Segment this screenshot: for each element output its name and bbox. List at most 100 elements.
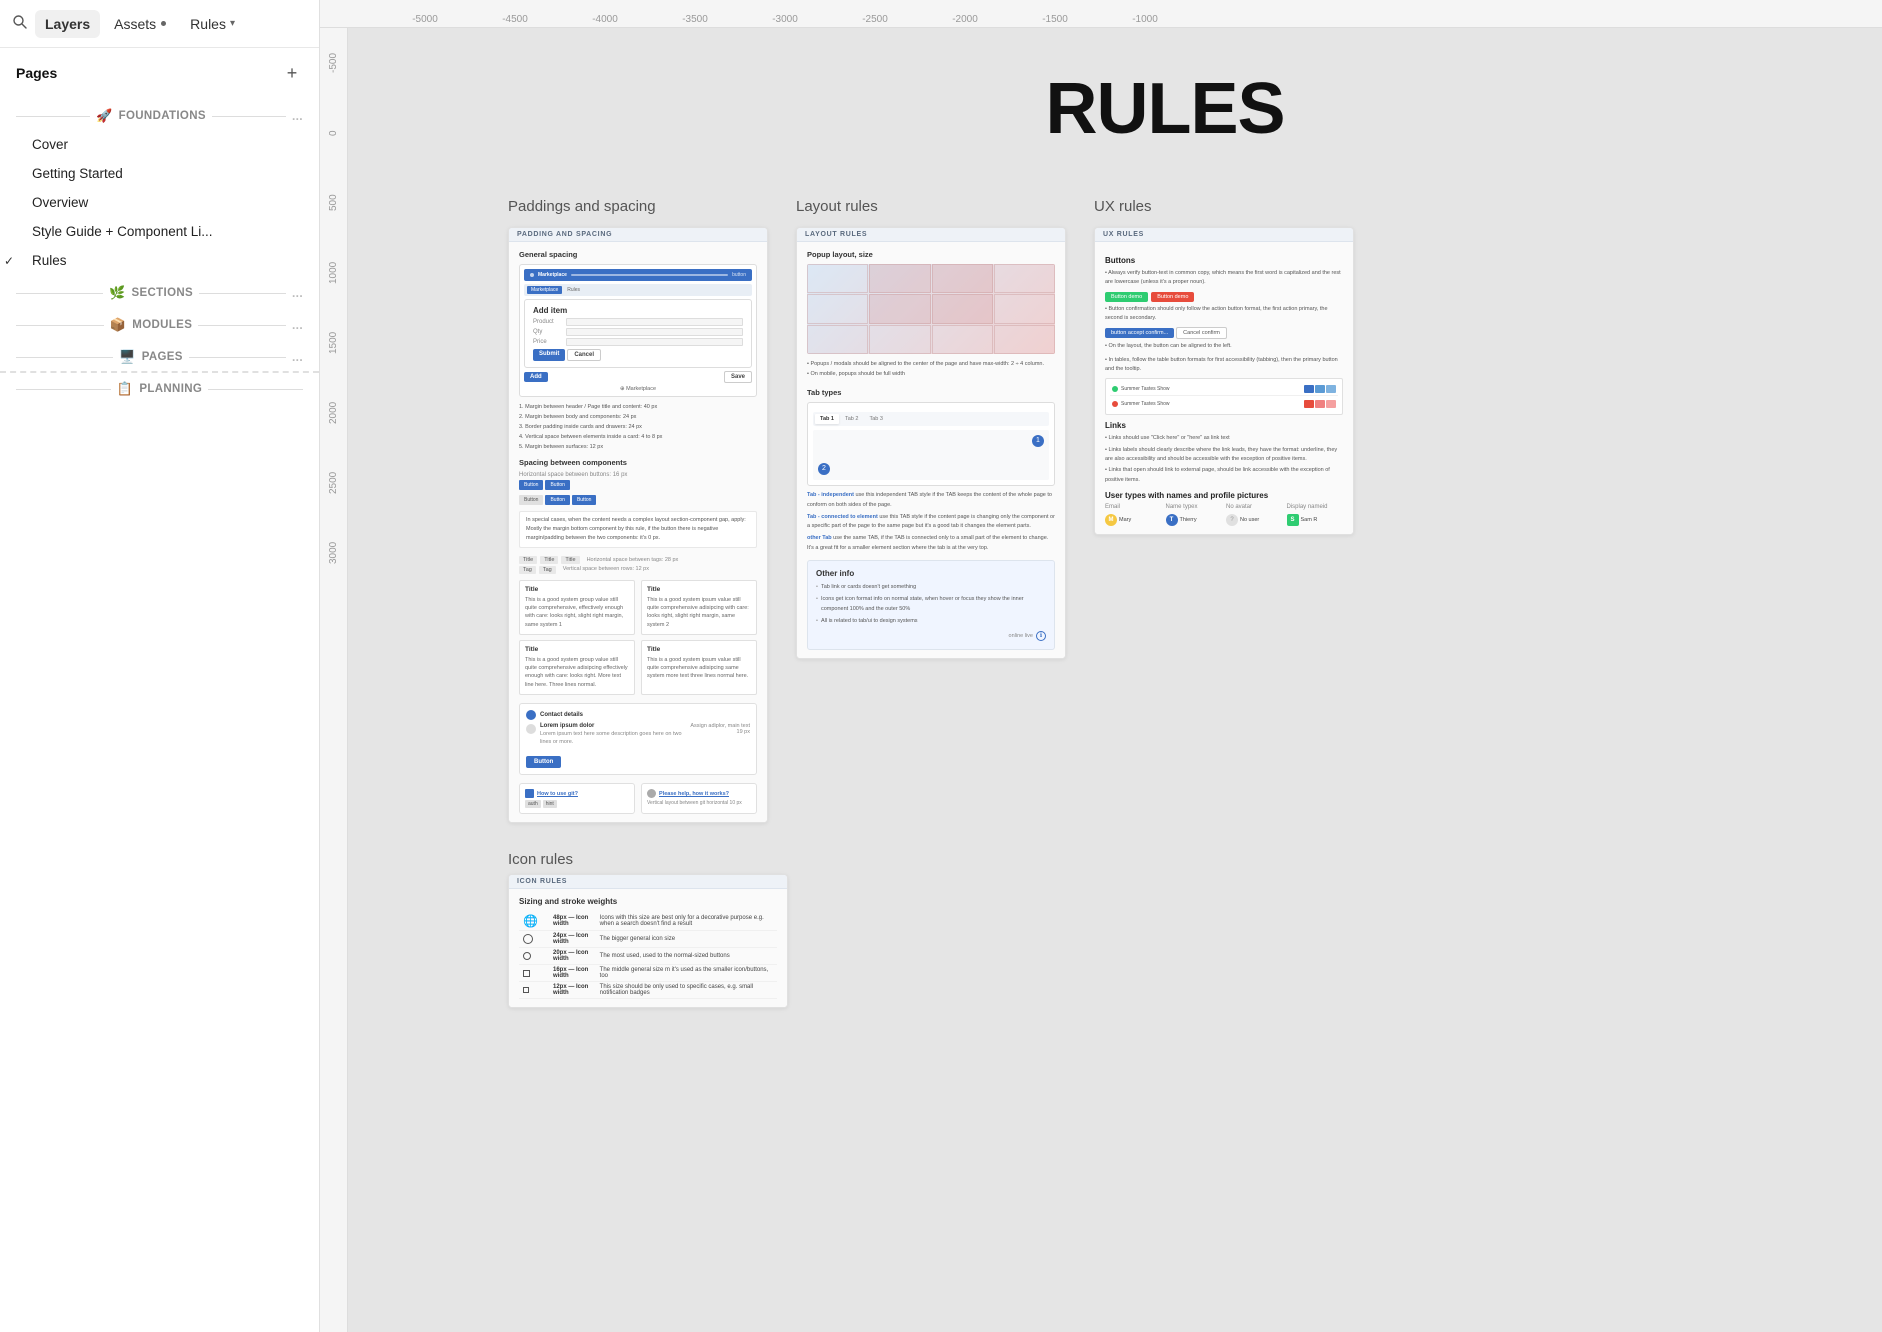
demo-btn-4: Button: [545, 495, 569, 505]
page-item-getting-started[interactable]: Getting Started: [0, 159, 319, 188]
other-info-content: • Tab link or cards doesn't get somethin…: [816, 583, 1046, 627]
link-rule-1: • Links should use "Click here" or "here…: [1105, 434, 1343, 443]
section-dots: ...: [292, 318, 303, 332]
tab-content-area: 1 2: [813, 430, 1049, 480]
rules-tab[interactable]: Rules ▾: [180, 10, 245, 38]
page-item-style-guide[interactable]: Style Guide + Component Li...: [0, 217, 319, 246]
icon-desc-20: The most used, used to the normal-sized …: [596, 948, 777, 965]
user-cell-2: T Thierry: [1166, 514, 1223, 526]
icon-rules-frame: ICON RULES Sizing and stroke weights 🌐 4…: [508, 874, 788, 1008]
info-icon: ℹ: [1036, 631, 1046, 641]
user-col-1-header: Email: [1105, 504, 1162, 510]
button-rule-1: • Always verify button-text in common co…: [1105, 269, 1343, 288]
card-block-1: Title This is a good system group value …: [519, 580, 635, 635]
help-link[interactable]: Please help, how it works?: [659, 791, 729, 797]
action-btn[interactable]: Button: [526, 756, 561, 768]
card-block-3: Title This is a good system group value …: [519, 640, 635, 695]
tab-item-3[interactable]: Tab 3: [864, 414, 887, 424]
add-btn[interactable]: Add: [524, 372, 548, 382]
cancel-btn[interactable]: Cancel: [567, 349, 601, 361]
ruler-mark: -4500: [470, 14, 560, 25]
layout-section-title: LAYOUT RULES: [797, 228, 1065, 242]
rules-arrow: ▾: [230, 18, 235, 29]
table-buttons: Summer Tastes Show Summer Tastes Show: [1105, 378, 1343, 415]
user-name-1: Mary: [1119, 517, 1131, 523]
content-type-row: Title Title Title Horizontal space betwe…: [519, 556, 757, 564]
green-btn-demo: Button demo: [1105, 292, 1148, 302]
icon-row-12: 12px — Icon width This size should be on…: [519, 982, 777, 999]
ruler-mark: -3500: [650, 14, 740, 25]
spacing-demo-2: Button Button Button: [519, 495, 757, 505]
table-name-1: Summer Tastes Show: [1121, 386, 1301, 392]
other-info-section: Other info • Tab link or cards doesn't g…: [807, 560, 1055, 650]
save-btn[interactable]: Save: [724, 371, 752, 383]
grid-cell: [869, 264, 930, 293]
assets-tab[interactable]: Assets: [104, 10, 176, 38]
user-name-4: Sam R: [1301, 517, 1318, 523]
spacing-demo-label: Horizontal space between buttons: 16 px: [519, 472, 757, 478]
icon-circle-20: [519, 948, 549, 965]
card-text-2: This is a good system ipsum value still …: [647, 596, 751, 629]
pages-emoji: 🖥️: [119, 349, 136, 365]
card-blocks-2: Title This is a good system group value …: [519, 640, 757, 695]
layers-tab[interactable]: Layers: [35, 10, 100, 38]
card-title-3: Title: [525, 646, 629, 653]
modules-section: 📦 MODULES ...: [0, 307, 319, 339]
tab-bar-preview: Tab 1 Tab 2 Tab 3: [813, 412, 1049, 426]
other-info-row-2: • Icons get icon format info on normal s…: [816, 595, 1046, 615]
price-input: [566, 338, 743, 346]
git-btn-row: auth hint: [525, 800, 629, 808]
table-row-1: Summer Tastes Show: [1110, 383, 1338, 396]
tab-item-2[interactable]: Tab 2: [840, 414, 863, 424]
search-icon[interactable]: [12, 14, 27, 34]
grid-cell: [994, 294, 1055, 323]
ruler-marks: -5000 -4500 -4000 -3500 -3000 -2500 -200…: [320, 14, 1882, 25]
user-grid: Email Name typex No avatar Display namei…: [1105, 504, 1343, 526]
user-cell-4: S Sam R: [1287, 514, 1344, 526]
table-actions-2: [1304, 400, 1336, 408]
ruler-mark: -2000: [920, 14, 1010, 25]
icon-size-16: 16px — Icon width: [549, 965, 596, 982]
ruler-mark: -1500: [1010, 14, 1100, 25]
popup-rules: • Popups / modals should be aligned to t…: [807, 360, 1055, 380]
divider-line-left: [16, 293, 103, 294]
ruler-mark: -4000: [560, 14, 650, 25]
form-row: Product: [533, 318, 743, 326]
add-page-button[interactable]: +: [281, 62, 303, 84]
divider-line-right: [198, 325, 286, 326]
icon-globe: 🌐: [519, 912, 549, 931]
qty-input: [566, 328, 743, 336]
ruler-v-mark: 2000: [320, 378, 348, 448]
modules-emoji: 📦: [110, 317, 127, 333]
git-link[interactable]: How to use git?: [537, 791, 578, 797]
foundations-emoji: 🚀: [96, 108, 113, 124]
page-item-rules[interactable]: ✓ Rules: [0, 246, 319, 275]
ux-section-title-label: UX RULES: [1095, 228, 1353, 242]
button-rule-4: • In tables, follow the table button for…: [1105, 356, 1343, 375]
icon-square-16: [519, 965, 549, 982]
page-item-overview[interactable]: Overview: [0, 188, 319, 217]
btn-group-1: Button Button: [519, 480, 757, 490]
grid-cell: [932, 294, 993, 323]
tab-item-1[interactable]: Tab 1: [815, 414, 839, 424]
page-item-cover[interactable]: Cover: [0, 130, 319, 159]
card-text-1: This is a good system group value still …: [525, 596, 629, 629]
pages-sec: 🖥️ PAGES ...: [0, 339, 319, 371]
lorem-icon: [526, 724, 536, 734]
pages-sec-label: PAGES: [142, 351, 183, 363]
icon-size-12: 12px — Icon width: [549, 982, 596, 999]
avatar-1: M: [1105, 514, 1117, 526]
rule-5: 5. Margin between surfaces: 12 px: [519, 443, 757, 453]
icon-desc-16: The middle general size m it's used as t…: [596, 965, 777, 982]
canvas[interactable]: RULES Paddings and spacing Layout rules …: [348, 28, 1882, 1332]
submit-btn[interactable]: Submit: [533, 349, 565, 361]
foundations-section: 🚀 FOUNDATIONS ...: [0, 98, 319, 130]
accept-btn: button accept confirm...: [1105, 328, 1174, 338]
price-label: Price: [533, 339, 563, 345]
general-spacing-title: General spacing: [519, 250, 757, 259]
icon-size-table: 🌐 48px — Icon width Icons with this size…: [519, 912, 777, 999]
button-rule-2: • Button confirmation should only follow…: [1105, 305, 1343, 324]
form-row: Price: [533, 338, 743, 346]
form-row: Qty: [533, 328, 743, 336]
other-info-text-3: All is related to tab/ui to design syste…: [821, 617, 918, 627]
